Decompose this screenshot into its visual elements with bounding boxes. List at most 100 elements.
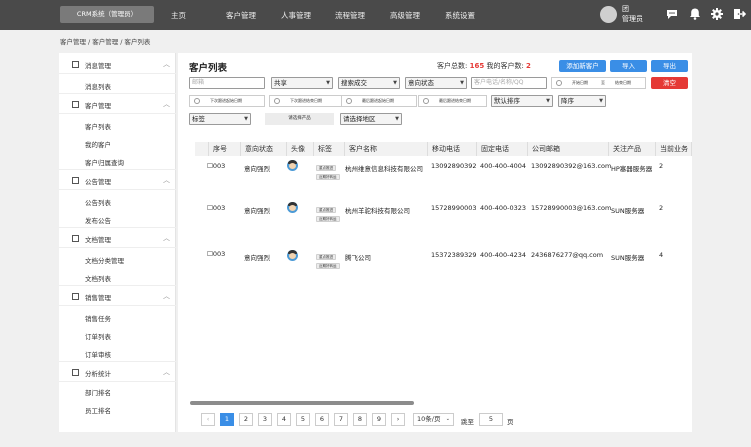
row-product: SUN服务器	[611, 207, 645, 215]
checkbox-icon	[72, 101, 79, 108]
import-button[interactable]: 导入	[610, 60, 647, 72]
row-customer-name[interactable]: 杭州维意信息科技有限公司	[345, 163, 423, 173]
gear-icon[interactable]	[710, 7, 724, 21]
radio-icon	[423, 98, 429, 104]
clear-button[interactable]: 清空	[651, 77, 688, 89]
sidebar-group-sales[interactable]: 销售管理 ︿	[59, 287, 176, 306]
tags-select[interactable]: 标签 ▼	[189, 113, 251, 125]
sidebar-item-my-customers[interactable]: 我的客户	[85, 139, 111, 149]
row-checkbox[interactable]: ☐003	[207, 162, 225, 170]
table-header-intent: 意向状态	[241, 142, 287, 156]
table-header-blank	[195, 142, 209, 156]
date-range-picker[interactable]: 开始日期 至 结束日期	[551, 77, 646, 89]
nav-home[interactable]: 主页	[171, 10, 186, 21]
row-customer-name[interactable]: 腾飞公司	[345, 252, 371, 262]
row-intent: 意向强烈	[244, 207, 270, 215]
page-size-value: 10条/页	[417, 415, 441, 423]
breadcrumb-item[interactable]: 客户管理	[60, 38, 86, 46]
sidebar-item-order-review[interactable]: 订单审核	[85, 349, 111, 359]
page-button-5[interactable]: 5	[296, 413, 310, 426]
row-checkbox[interactable]: ☐003	[207, 204, 225, 212]
avatar[interactable]	[600, 6, 617, 23]
email-input[interactable]: 邮箱	[189, 77, 265, 89]
sidebar-group-document[interactable]: 文档管理 ︿	[59, 229, 176, 248]
caret-down-icon: ▼	[460, 80, 464, 86]
table-header-phone: 固定电话	[477, 142, 528, 156]
mine-count: 2	[526, 62, 531, 70]
chevron-up-icon: ︿	[163, 368, 170, 376]
page-button-6[interactable]: 6	[315, 413, 329, 426]
page-button-2[interactable]: 2	[239, 413, 253, 426]
logout-icon[interactable]	[732, 7, 746, 21]
page-size-select[interactable]: 10条/页 ⌄	[413, 413, 454, 426]
deal-select[interactable]: 搜索成交 ▼	[338, 77, 400, 89]
sidebar-item-order-list[interactable]: 订单列表	[85, 331, 111, 341]
sidebar-item-doc-list[interactable]: 文档列表	[85, 273, 111, 283]
breadcrumb-item[interactable]: 客户管理	[92, 38, 118, 46]
region-select[interactable]: 请选择地区 ▼	[340, 113, 402, 125]
next-end-date-picker[interactable]: 下次跟进结束日期	[269, 95, 345, 107]
sidebar-item-publish-notice[interactable]: 发布公告	[85, 215, 111, 225]
sort-select[interactable]: 默认排序 ▼	[491, 95, 553, 107]
sidebar-item-dept-rank[interactable]: 部门排名	[85, 387, 111, 397]
product-picker[interactable]: 请选择产品	[265, 113, 334, 125]
row-customer-name[interactable]: 杭州羊驼科技有限公司	[345, 205, 410, 215]
sidebar-item-ownership-query[interactable]: 客户归属查询	[85, 157, 124, 167]
phone-search-input[interactable]: 客户电话/名称/QQ	[471, 77, 547, 89]
intent-select-value: 意向状态	[408, 79, 434, 87]
last-end-date-picker[interactable]: 最后跟进结束日期	[418, 95, 487, 107]
page-button-9[interactable]: 9	[372, 413, 386, 426]
top-bar: CRM系统（管理员） 主页 客户管理 人事管理 流程管理 高级管理 系统设置 团…	[0, 0, 751, 30]
sidebar-group-message[interactable]: 消息管理 ︿	[59, 55, 176, 74]
sidebar-group-customer[interactable]: 客户管理 ︿	[59, 95, 176, 114]
table-header-no: 序号	[209, 142, 241, 156]
nav-customer[interactable]: 客户管理	[226, 10, 256, 21]
page-title: 客户列表	[189, 63, 228, 74]
customer-table: 序号 意向状态 头像 标签 客户名称 移动电话 固定电话 公司邮箱 关注产品 当…	[195, 142, 692, 358]
prev-page-button[interactable]: ‹	[201, 413, 215, 426]
order-select-value: 降序	[561, 97, 574, 105]
checkbox-icon	[72, 293, 79, 300]
page-button-3[interactable]: 3	[258, 413, 272, 426]
sidebar-group-analytics[interactable]: 分析统计 ︿	[59, 363, 176, 382]
row-checkbox[interactable]: ☐003	[207, 250, 225, 258]
page-button-7[interactable]: 7	[334, 413, 348, 426]
share-select[interactable]: 共享 ▼	[271, 77, 333, 89]
checkbox-icon	[72, 235, 79, 242]
export-button[interactable]: 导出	[651, 60, 688, 72]
intent-select[interactable]: 意向状态 ▼	[405, 77, 467, 89]
row-phone: 400-400-4004	[480, 162, 527, 170]
page-button-1[interactable]: 1	[220, 413, 234, 426]
next-start-date-picker[interactable]: 下次跟进起始日期	[189, 95, 265, 107]
nav-hr[interactable]: 人事管理	[281, 10, 311, 21]
sidebar-item-doc-category[interactable]: 文档分类管理	[85, 255, 124, 265]
table-header-product: 关注产品	[609, 142, 656, 156]
chevron-up-icon: ︿	[163, 292, 170, 300]
horizontal-scrollbar[interactable]	[190, 401, 414, 405]
user-info[interactable]: 团 管理员	[622, 4, 643, 24]
next-page-button[interactable]: ›	[391, 413, 405, 426]
row-email: 15728990003@163.com	[531, 204, 612, 212]
brand-button[interactable]: CRM系统（管理员）	[60, 6, 154, 23]
chevron-up-icon: ︿	[163, 234, 170, 242]
sidebar-group-notice[interactable]: 公告管理 ︿	[59, 171, 176, 190]
nav-settings[interactable]: 系统设置	[445, 10, 475, 21]
sidebar-item-notice-list[interactable]: 公告列表	[85, 197, 111, 207]
sidebar-item-customer-list[interactable]: 客户列表	[85, 121, 111, 131]
bell-icon[interactable]	[688, 7, 702, 21]
page-button-4[interactable]: 4	[277, 413, 291, 426]
tag-badge: 重点推进	[316, 254, 336, 260]
radio-icon	[346, 98, 352, 104]
last-start-date-picker[interactable]: 最后跟进起始日期	[341, 95, 417, 107]
start-date-label: 开始日期	[572, 80, 588, 85]
nav-advanced[interactable]: 高级管理	[390, 10, 420, 21]
add-customer-button[interactable]: 添加新客户	[559, 60, 606, 72]
order-select[interactable]: 降序 ▼	[558, 95, 606, 107]
page-button-8[interactable]: 8	[353, 413, 367, 426]
sidebar-item-sales-task[interactable]: 销售任务	[85, 313, 111, 323]
chat-icon[interactable]	[665, 7, 679, 21]
sidebar-item-message-list[interactable]: 消息列表	[85, 81, 111, 91]
goto-page-input[interactable]: 5	[479, 413, 503, 426]
nav-process[interactable]: 流程管理	[335, 10, 365, 21]
sidebar-item-staff-rank[interactable]: 员工排名	[85, 405, 111, 415]
